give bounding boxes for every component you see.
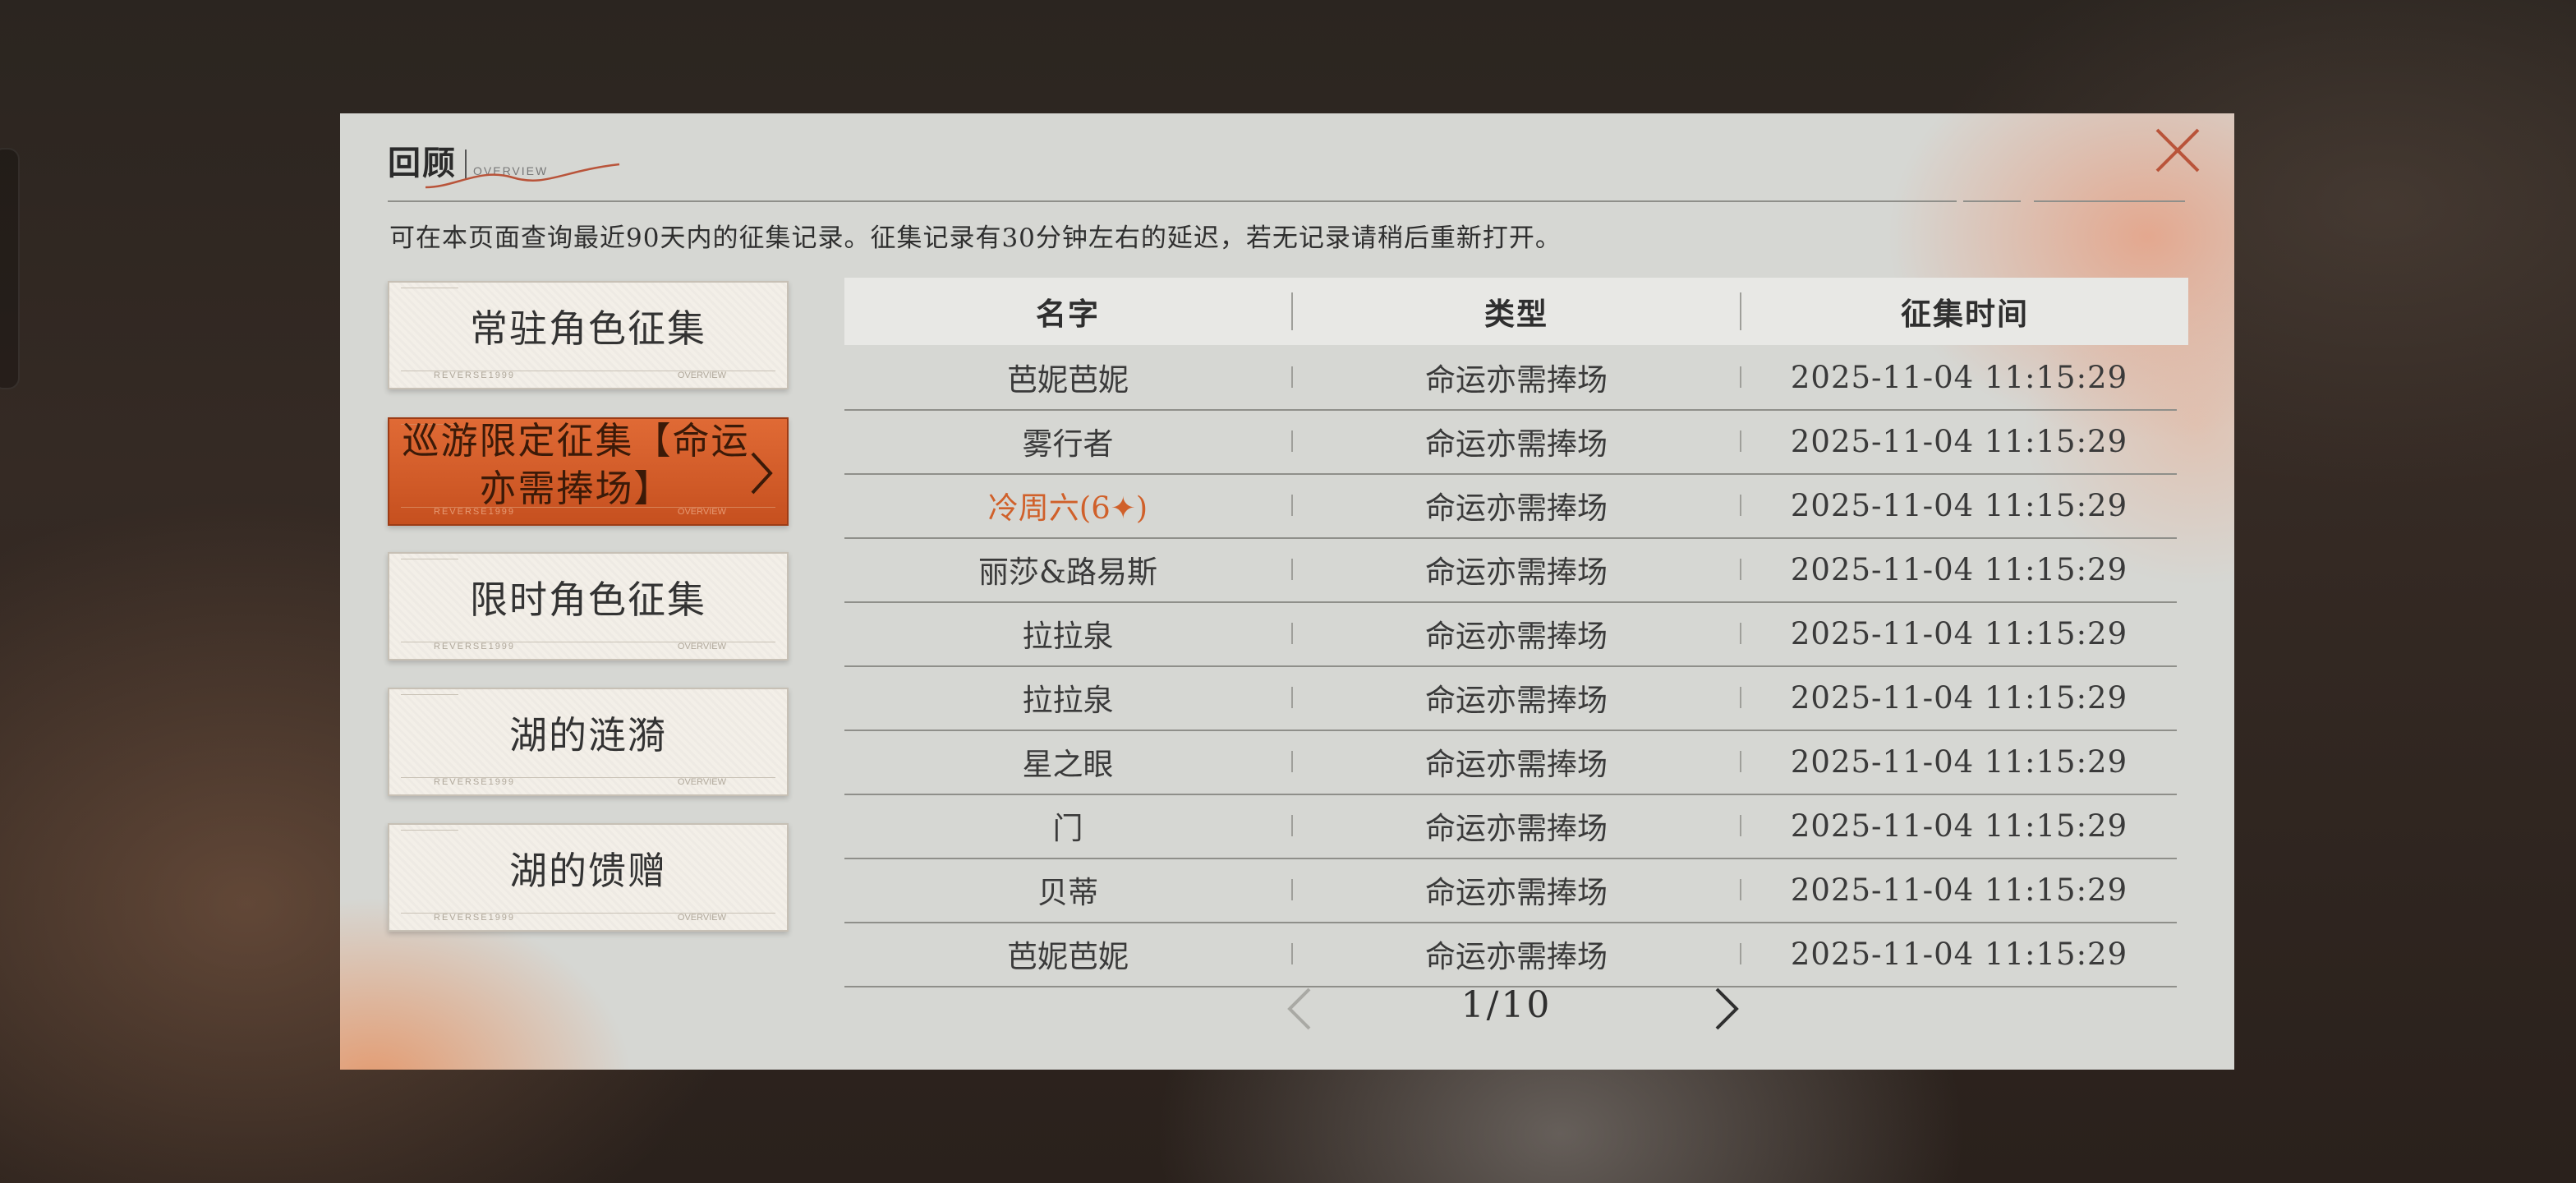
cell-name: 芭妮芭妮	[1007, 362, 1129, 398]
cell-type: 命运亦需捧场	[1425, 811, 1608, 846]
cell-time: 2025-11-04 11:15:29	[1790, 679, 2128, 716]
tab-footer-left: REVERSE1999	[434, 371, 516, 380]
tab-label: 限时角色征集	[470, 578, 706, 622]
cell-time: 2025-11-04 11:15:29	[1790, 808, 2128, 844]
table-row: 门 命运亦需捧场 2025-11-04 11:15:29	[844, 794, 2177, 859]
cell-type: 命运亦需捧场	[1425, 426, 1608, 462]
tab-footer: REVERSE1999 OVERVIEW	[401, 913, 775, 923]
tab-footer-right: OVERVIEW	[677, 913, 726, 923]
tab-limited-time-recruit[interactable]: 限时角色征集 REVERSE1999 OVERVIEW	[388, 552, 789, 661]
column-header-type: 类型	[1484, 296, 1548, 332]
chevron-right-icon	[751, 452, 773, 495]
tab-footer-left: REVERSE1999	[434, 913, 516, 923]
table-row: 贝蒂 命运亦需捧场 2025-11-04 11:15:29	[844, 858, 2177, 923]
tab-footer: REVERSE1999 OVERVIEW	[401, 642, 775, 652]
column-header-time: 征集时间	[1901, 296, 2029, 332]
cell-time: 2025-11-04 11:15:29	[1790, 359, 2128, 395]
tab-footer: REVERSE1999 OVERVIEW	[401, 777, 775, 788]
tab-footer-right: OVERVIEW	[677, 507, 726, 517]
cell-name: 丽莎&路易斯	[978, 555, 1157, 590]
tab-tour-limited-recruit[interactable]: 巡游限定征集【命运亦需捧场】 REVERSE1999 OVERVIEW	[388, 417, 789, 526]
cell-name: 冷周六(6✦)	[987, 490, 1148, 526]
cell-type: 命运亦需捧场	[1425, 619, 1608, 654]
table-row: 星之眼 命运亦需捧场 2025-11-04 11:15:29	[844, 730, 2177, 795]
tab-lake-gift[interactable]: 湖的馈赠 REVERSE1999 OVERVIEW	[388, 823, 789, 932]
page-indicator: 1/10	[1460, 984, 1552, 1026]
column-header-name: 名字	[1036, 296, 1100, 332]
tab-footer-left: REVERSE1999	[434, 507, 516, 517]
cell-type: 命运亦需捧场	[1425, 747, 1608, 782]
table-row: 芭妮芭妮 命运亦需捧场 2025-11-04 11:15:29	[844, 345, 2177, 411]
cell-time: 2025-11-04 11:15:29	[1790, 487, 2128, 523]
header-rule-main	[388, 200, 1957, 202]
cell-name: 星之眼	[1022, 747, 1114, 782]
tab-footer: REVERSE1999 OVERVIEW	[401, 371, 775, 381]
close-icon[interactable]	[2150, 123, 2205, 177]
tab-label: 湖的涟漪	[509, 713, 667, 757]
table-row: 丽莎&路易斯 命运亦需捧场 2025-11-04 11:15:29	[844, 537, 2177, 603]
notice-text: 可在本页面查询最近90天内的征集记录。征集记录有30分钟左右的延迟，若无记录请稍…	[389, 223, 1562, 253]
cell-type: 命运亦需捧场	[1425, 875, 1608, 910]
tab-footer-right: OVERVIEW	[677, 371, 726, 380]
cell-name: 拉拉泉	[1022, 683, 1114, 718]
cell-type: 命运亦需捧场	[1425, 362, 1608, 398]
table-row: 拉拉泉 命运亦需捧场 2025-11-04 11:15:29	[844, 601, 2177, 667]
title-swash-decoration	[425, 163, 620, 189]
header-rule-right	[2034, 200, 2185, 202]
tab-lake-ripples[interactable]: 湖的涟漪 REVERSE1999 OVERVIEW	[388, 688, 789, 796]
tab-footer-left: REVERSE1999	[434, 642, 516, 651]
cell-time: 2025-11-04 11:15:29	[1790, 615, 2128, 651]
table-row: 雾行者 命运亦需捧场 2025-11-04 11:15:29	[844, 409, 2177, 475]
cell-type: 命运亦需捧场	[1425, 490, 1608, 526]
cell-time: 2025-11-04 11:15:29	[1790, 423, 2128, 459]
cell-type: 命运亦需捧场	[1425, 555, 1608, 590]
table-row: 冷周六(6✦) 命运亦需捧场 2025-11-04 11:15:29	[844, 473, 2177, 539]
tab-footer-right: OVERVIEW	[677, 642, 726, 651]
overview-panel: 回顾 OVERVIEW 可在本页面查询最近90天内的征集记录。征集记录有30分钟…	[340, 113, 2234, 1070]
cell-time: 2025-11-04 11:15:29	[1790, 872, 2128, 908]
cell-time: 2025-11-04 11:15:29	[1790, 743, 2128, 780]
side-edge-tab	[0, 148, 20, 389]
cell-name: 贝蒂	[1037, 875, 1098, 910]
tab-footer-right: OVERVIEW	[677, 777, 726, 787]
tab-label: 常驻角色征集	[470, 306, 706, 351]
cell-name: 拉拉泉	[1022, 619, 1114, 654]
cell-time: 2025-11-04 11:15:29	[1790, 551, 2128, 587]
tab-footer: REVERSE1999 OVERVIEW	[401, 507, 775, 518]
cell-name: 门	[1052, 811, 1083, 846]
tab-standard-recruit[interactable]: 常驻角色征集 REVERSE1999 OVERVIEW	[388, 281, 789, 389]
tab-label: 巡游限定征集【命运亦需捧场】	[402, 419, 750, 510]
cell-type: 命运亦需捧场	[1425, 683, 1608, 718]
tab-label: 湖的馈赠	[509, 849, 667, 893]
chevron-right-icon[interactable]	[1712, 986, 1741, 1032]
tab-footer-left: REVERSE1999	[434, 777, 516, 787]
table-header: 名字 类型 征集时间	[844, 278, 2188, 345]
header-rule-short	[1963, 200, 2021, 202]
pagination: 1/10	[340, 976, 2234, 1033]
chevron-left-icon[interactable]	[1285, 986, 1314, 1032]
table-row: 拉拉泉 命运亦需捧场 2025-11-04 11:15:29	[844, 665, 2177, 731]
cell-name: 雾行者	[1022, 426, 1114, 462]
